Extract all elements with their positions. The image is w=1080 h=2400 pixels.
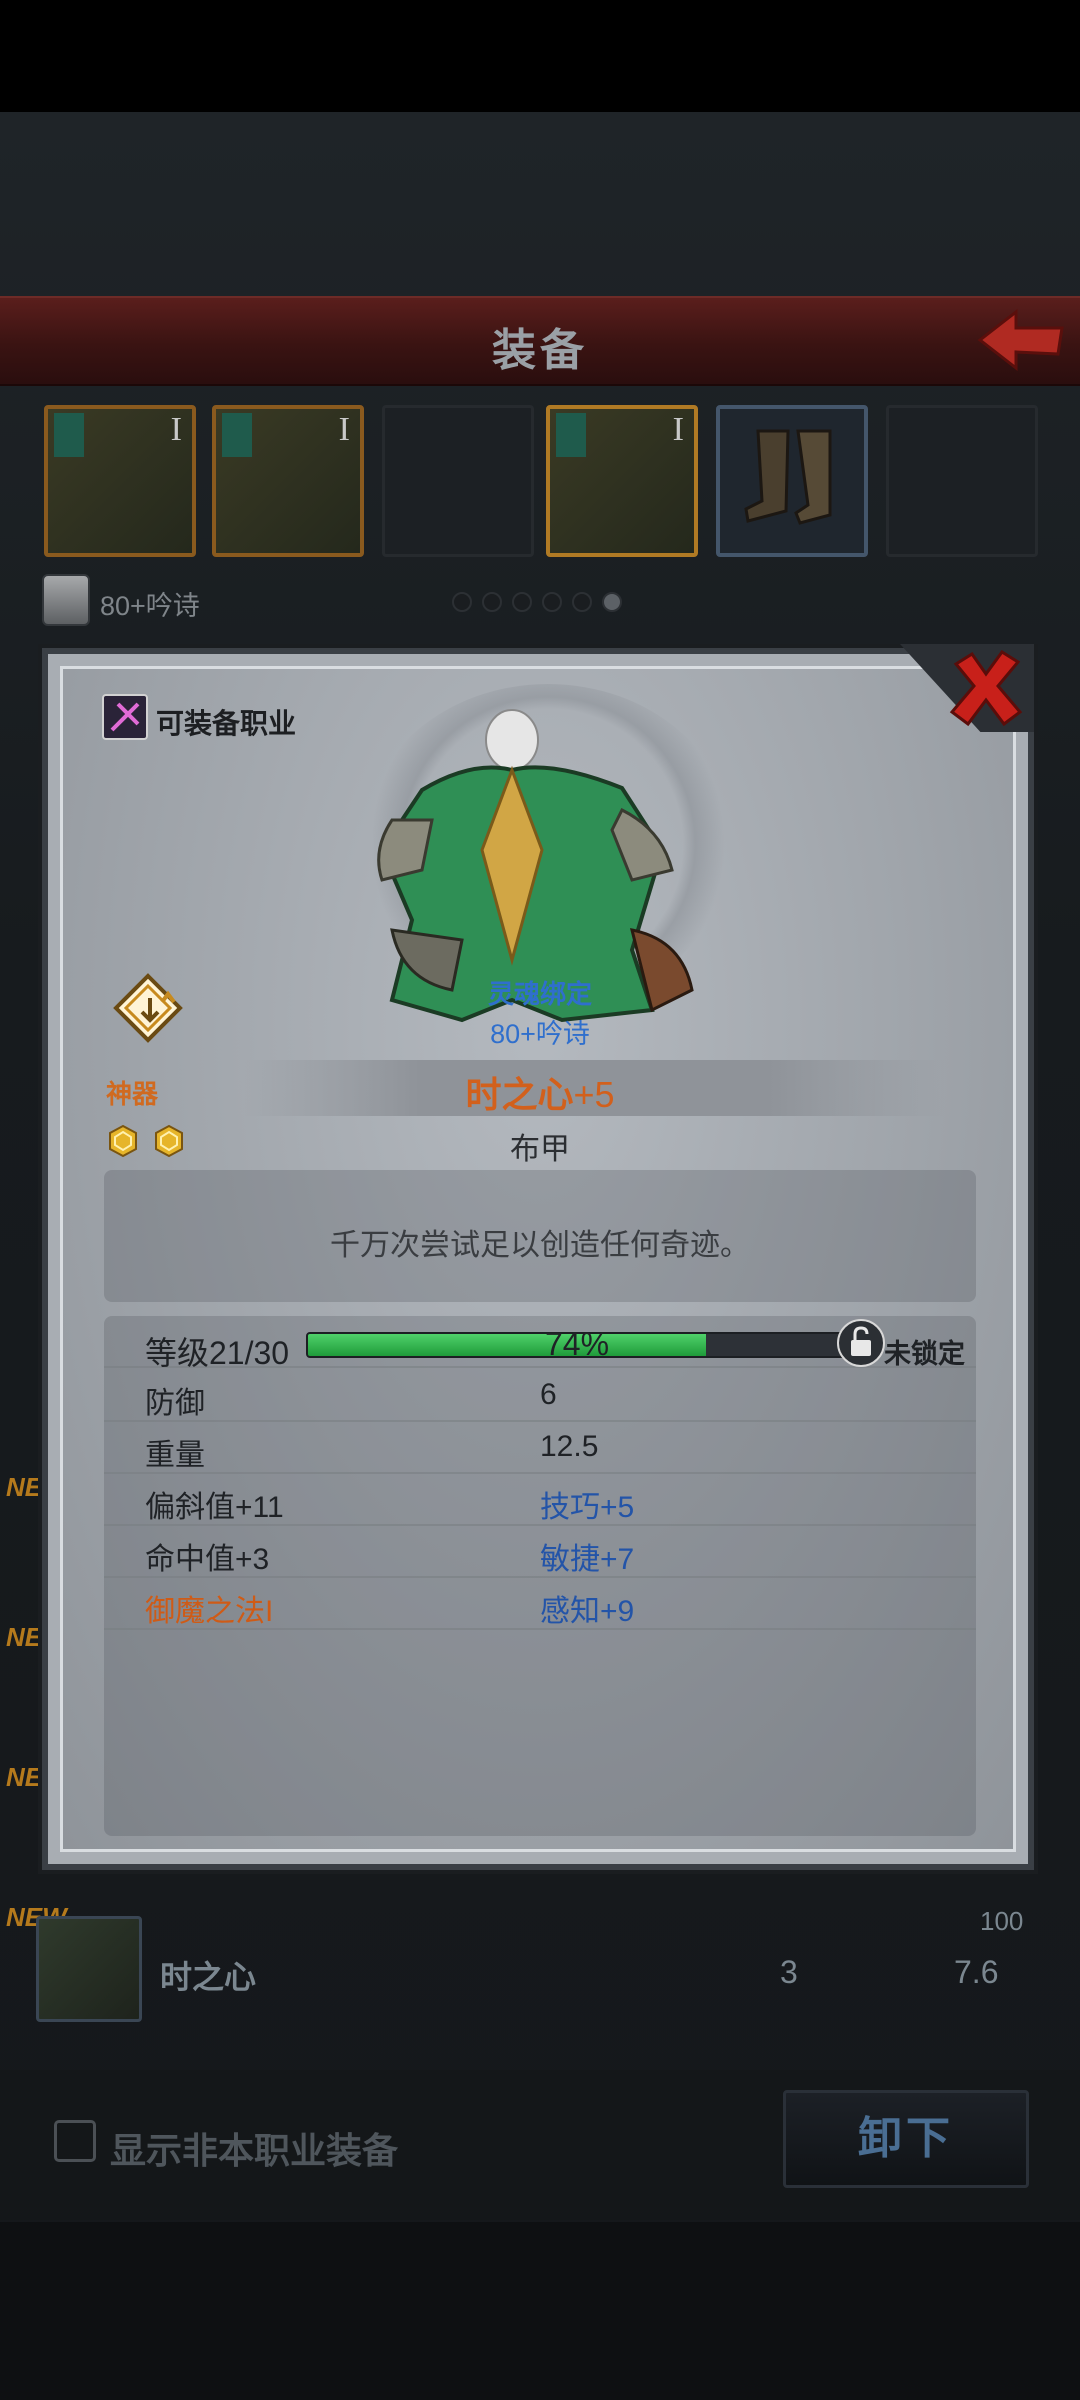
- upgrade-icon[interactable]: [112, 972, 184, 1044]
- gem-socket-icon: [109, 1124, 137, 1158]
- page-dot: [542, 592, 562, 612]
- soulbound-label: 灵魂绑定: [487, 979, 592, 1009]
- list-item-name[interactable]: 时之心: [160, 1952, 256, 1998]
- rarity-label: 神器: [106, 1079, 159, 1109]
- stat-name: 重量: [145, 1439, 205, 1472]
- stat-value: 技巧+5: [540, 1491, 635, 1524]
- stat-value: 感知+9: [540, 1595, 635, 1628]
- level-label: 等级21/30: [145, 1335, 290, 1371]
- slot-tier-label: I: [672, 411, 684, 448]
- navigation-bar-area: [0, 2222, 1080, 2400]
- item-description: 千万次尝试足以创造任何奇迹。: [330, 1229, 750, 1262]
- equipment-slot-5[interactable]: [716, 405, 868, 557]
- unlock-icon[interactable]: [836, 1318, 886, 1368]
- list-item-value: 3: [780, 1954, 798, 1990]
- checkbox-label[interactable]: 显示非本职业装备: [110, 2122, 398, 2174]
- item-name: 时之心+5: [244, 1066, 836, 1118]
- slot-tier-label: I: [170, 411, 182, 448]
- page-dot: [482, 592, 502, 612]
- stat-value: 敏捷+7: [540, 1543, 635, 1576]
- class-icon[interactable]: [102, 694, 148, 740]
- list-item-icon[interactable]: [36, 1916, 142, 2022]
- lock-status-label[interactable]: 未锁定: [884, 1332, 965, 1371]
- equipment-slot-1[interactable]: I: [44, 405, 196, 557]
- boots-icon: [744, 429, 832, 525]
- page-dot: [512, 592, 532, 612]
- equipment-slot-6[interactable]: [886, 405, 1038, 557]
- status-bar: [0, 0, 1080, 112]
- stat-name: 命中值+3: [145, 1543, 270, 1576]
- page-title: 装备: [492, 326, 588, 375]
- class-label[interactable]: 可装备职业: [156, 702, 296, 742]
- page-dot: [572, 592, 592, 612]
- stat-value: 6: [540, 1378, 557, 1411]
- stat-name: 御魔之法I: [145, 1595, 274, 1628]
- page-dot-active: [602, 592, 622, 612]
- item-type: 布甲: [510, 1133, 570, 1166]
- item-enhance-level: +5: [573, 1074, 615, 1115]
- stat-name: 防御: [145, 1387, 205, 1420]
- slot-tier-label: I: [338, 411, 350, 448]
- page-dot: [452, 592, 472, 612]
- owner-label: 80+吟诗: [490, 1019, 590, 1049]
- equipment-slot-2[interactable]: I: [212, 405, 364, 557]
- stat-value: 12.5: [540, 1430, 599, 1463]
- xp-percent: 74%: [544, 1326, 610, 1362]
- character-label: 80+吟诗: [100, 591, 200, 621]
- stat-name: 偏斜值+11: [145, 1491, 284, 1524]
- equipment-slot-3[interactable]: [382, 405, 534, 557]
- back-arrow-icon[interactable]: [970, 304, 1070, 374]
- avatar[interactable]: [42, 574, 90, 626]
- gem-socket-icon: [155, 1124, 183, 1158]
- equipment-slot-4[interactable]: I: [546, 405, 698, 557]
- banner-icon: [222, 413, 252, 457]
- item-name-text: 时之心: [465, 1074, 574, 1115]
- banner-icon: [556, 413, 586, 457]
- list-item-value: 100: [980, 1906, 1024, 1936]
- unequip-button[interactable]: 卸下: [783, 2090, 1029, 2188]
- list-item-value: 7.6: [954, 1954, 999, 1990]
- show-other-class-checkbox[interactable]: [54, 2120, 96, 2162]
- banner-icon: [54, 413, 84, 457]
- close-icon[interactable]: [946, 648, 1026, 728]
